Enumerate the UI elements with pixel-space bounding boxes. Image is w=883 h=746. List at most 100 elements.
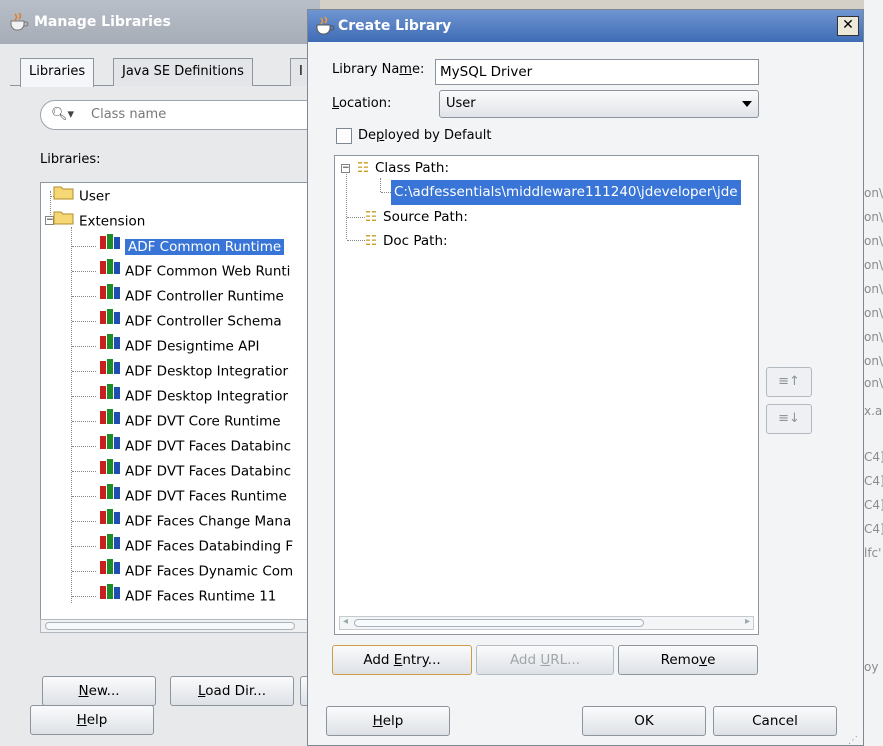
- manage-libraries-dialog: Manage Libraries Libraries Java SE Defin…: [0, 0, 320, 746]
- load-dir-button[interactable]: Load Dir...: [170, 676, 294, 706]
- resize-grip-icon[interactable]: ⋰: [848, 735, 858, 746]
- library-books-icon: [99, 559, 121, 584]
- library-item[interactable]: ADF Controller Runtime: [72, 284, 284, 309]
- library-item[interactable]: ADF Faces Dynamic Com: [72, 559, 294, 584]
- cancel-button[interactable]: Cancel: [713, 706, 837, 736]
- background-text: on\: [864, 210, 883, 224]
- class-path-entry[interactable]: C:\adfessentials\middleware111240\jdevel…: [391, 180, 741, 205]
- ok-button[interactable]: OK: [582, 706, 706, 736]
- background-text: on\: [864, 258, 883, 272]
- close-icon[interactable]: ✕: [837, 16, 859, 36]
- folder-item[interactable]: Extension: [53, 209, 145, 234]
- class-path-node[interactable]: ☷ Class Path:: [357, 156, 449, 181]
- tree-item-label: ADF Controller Runtime: [125, 288, 284, 305]
- library-paths-tree[interactable]: − ☷ Class Path: C:\adfessentials\middlewa…: [334, 155, 759, 635]
- doc-path-node[interactable]: ☷ Doc Path:: [365, 229, 448, 254]
- library-books-icon: [99, 534, 121, 559]
- background-text: oy: [864, 660, 879, 674]
- library-books-icon: [99, 584, 121, 609]
- background-text: C4]: [864, 522, 883, 536]
- tree-item-label: ADF Desktop Integratior: [125, 363, 289, 380]
- add-entry-button[interactable]: Add Entry...: [332, 645, 472, 675]
- background-text: on\: [864, 376, 883, 390]
- tree-item-label: ADF Faces Databinding F: [125, 538, 294, 555]
- tree-item-label: Extension: [79, 213, 146, 230]
- chevron-down-icon: [742, 101, 752, 107]
- background-text: C4]: [864, 498, 883, 512]
- tab-java-se-definitions[interactable]: Java SE Definitions: [113, 58, 253, 86]
- manage-libraries-tabs: Libraries Java SE Definitions I: [10, 58, 320, 87]
- library-item[interactable]: ADF DVT Faces Runtime: [72, 484, 287, 509]
- library-item[interactable]: ADF Controller Schema: [72, 309, 282, 334]
- class-name-search-input[interactable]: 🔍︎▾ Class name: [40, 100, 320, 130]
- background-text: on\: [864, 186, 883, 200]
- background-text: C4]: [864, 450, 883, 464]
- library-item[interactable]: ADF DVT Core Runtime: [72, 409, 281, 434]
- add-url-button[interactable]: Add URL...: [476, 645, 614, 675]
- library-books-icon: [99, 359, 121, 384]
- new-library-button[interactable]: New...: [42, 676, 156, 706]
- move-up-button[interactable]: ≡↑: [766, 367, 812, 397]
- create-library-titlebar: Create Library ✕: [308, 10, 863, 42]
- create-library-title: Create Library: [338, 18, 452, 34]
- background-text: on\: [864, 282, 883, 296]
- libraries-label: Libraries:: [40, 152, 101, 167]
- library-name-field[interactable]: MySQL Driver: [435, 59, 759, 85]
- libraries-tree[interactable]: − User Extension ADF Common Runtime ADF Com…: [40, 182, 320, 627]
- tree-item-label: ADF DVT Faces Databinc: [125, 438, 292, 455]
- library-name-label: Library Name:: [332, 62, 425, 77]
- tree-item-label: User: [79, 188, 110, 205]
- move-up-icon: ≡↑: [778, 374, 800, 389]
- folder-icon: [53, 184, 75, 209]
- background-text: on\: [864, 306, 883, 320]
- library-item[interactable]: ADF Desktop Integratior: [72, 384, 289, 409]
- background-window: on\ on\ on\ on\ on\ on\ on\ on\ on\ x.a C4] C4] C4] C…: [864, 0, 883, 746]
- library-item[interactable]: ADF Common Web Runti: [72, 259, 290, 284]
- create-help-button[interactable]: Help: [326, 706, 450, 736]
- library-books-icon: [99, 409, 121, 434]
- library-item[interactable]: ADF Faces Runtime 11: [72, 584, 276, 609]
- tree-item-label: ADF DVT Core Runtime: [125, 413, 281, 430]
- library-books-icon: [99, 234, 121, 259]
- background-text: on\: [864, 234, 883, 248]
- library-books-icon: [99, 309, 121, 334]
- library-item[interactable]: ADF Common Runtime: [72, 234, 285, 259]
- library-item[interactable]: ADF DVT Faces Databinc: [72, 434, 292, 459]
- move-down-icon: ≡↓: [778, 411, 800, 426]
- deployed-by-default-checkbox[interactable]: [336, 128, 352, 144]
- background-text: on\: [864, 354, 883, 368]
- paths-horizontal-scrollbar[interactable]: ◂ ▸: [339, 616, 754, 630]
- source-path-node[interactable]: ☷ Source Path:: [365, 205, 468, 230]
- library-books-icon: [99, 284, 121, 309]
- library-books-icon: [99, 334, 121, 359]
- libraries-horizontal-scrollbar[interactable]: [40, 619, 320, 633]
- tree-item-label: ADF Designtime API: [125, 338, 260, 355]
- collapse-class-path-icon[interactable]: −: [341, 164, 350, 173]
- tree-item-label: ADF Common Runtime: [125, 238, 285, 255]
- background-text: lfc': [864, 546, 882, 560]
- library-books-icon: [99, 509, 121, 534]
- search-icon[interactable]: 🔍︎▾: [51, 101, 74, 129]
- library-item[interactable]: ADF Faces Databinding F: [72, 534, 294, 559]
- move-down-button[interactable]: ≡↓: [766, 404, 812, 434]
- tree-item-label: ADF Faces Dynamic Com: [125, 563, 294, 580]
- jdeveloper-cup-icon: [316, 16, 335, 35]
- background-text: on\: [864, 330, 883, 344]
- library-item[interactable]: ADF Desktop Integratior: [72, 359, 289, 384]
- library-item[interactable]: ADF Faces Change Mana: [72, 509, 291, 534]
- location-select[interactable]: User: [439, 90, 759, 118]
- library-books-icon: [99, 434, 121, 459]
- manage-help-button[interactable]: Help: [30, 705, 154, 735]
- path-folder-icon: ☷: [365, 233, 378, 249]
- tree-item-label: ADF DVT Faces Databinc: [125, 463, 292, 480]
- create-library-dialog: Create Library ✕ Library Name: MySQL Dri…: [307, 9, 864, 746]
- library-item[interactable]: ADF DVT Faces Databinc: [72, 459, 292, 484]
- folder-item[interactable]: User: [53, 184, 110, 209]
- deployed-by-default-label: Deployed by Default: [358, 128, 492, 143]
- path-folder-icon: ☷: [365, 209, 378, 225]
- remove-button[interactable]: Remove: [618, 645, 758, 675]
- tab-libraries[interactable]: Libraries: [20, 58, 95, 87]
- tree-item-label: ADF Desktop Integratior: [125, 388, 289, 405]
- library-item[interactable]: ADF Designtime API: [72, 334, 260, 359]
- tree-item-label: ADF DVT Faces Runtime: [125, 488, 287, 505]
